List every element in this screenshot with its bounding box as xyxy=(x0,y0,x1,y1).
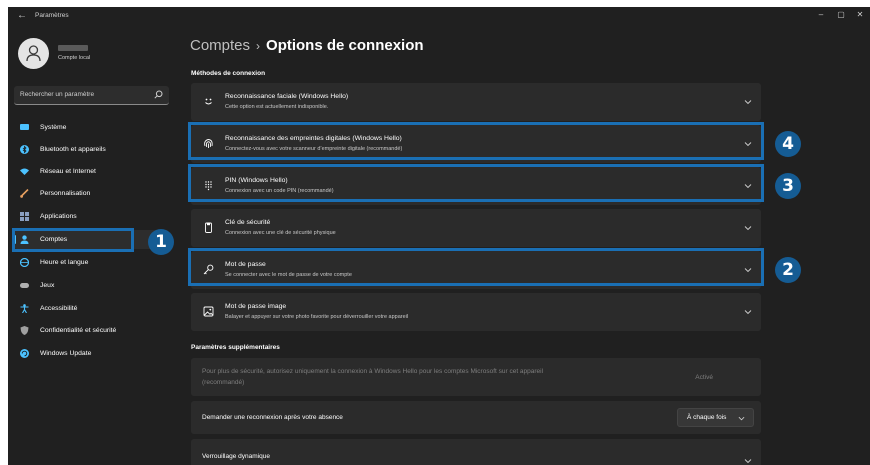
bluetooth-icon xyxy=(20,145,29,154)
close-button[interactable]: ✕ xyxy=(853,9,867,21)
callout-badge-4: 4 xyxy=(775,131,801,157)
sidebar-item-label: Système xyxy=(40,124,67,131)
sidebar-item-systeme[interactable]: Système xyxy=(14,118,169,137)
minimize-button[interactable]: – xyxy=(814,9,828,21)
sidebar-item-label: Réseau et Internet xyxy=(40,168,96,175)
security-key-icon xyxy=(205,222,212,233)
shield-icon xyxy=(20,326,29,335)
profile-name-redacted xyxy=(58,45,88,51)
sidebar-item-windows-update[interactable]: Windows Update xyxy=(14,344,169,363)
card-title: Clé de sécurité xyxy=(225,219,271,226)
person-icon xyxy=(26,45,41,62)
callout-badge-2: 2 xyxy=(775,257,801,283)
card-description: Balayer et appuyer sur votre photo favor… xyxy=(225,314,409,320)
dynamic-lock-label: Verrouillage dynamique xyxy=(202,453,270,460)
sidebar-item-heure-langue[interactable]: Heure et langue xyxy=(14,253,169,272)
settings-window: ← Paramètres – ▢ ✕ Compte local Recherch… xyxy=(8,7,870,465)
reconnect-label: Demander une reconnexion après votre abs… xyxy=(202,414,343,421)
sidebar-item-reseau[interactable]: Réseau et Internet xyxy=(14,162,169,181)
sidebar-item-confidentialite[interactable]: Confidentialité et sécurité xyxy=(14,321,169,340)
dynamic-lock-card[interactable]: Verrouillage dynamique xyxy=(191,439,761,465)
system-icon xyxy=(20,124,29,130)
chevron-down-icon xyxy=(744,100,752,105)
network-icon xyxy=(20,168,29,175)
apps-icon xyxy=(20,212,29,221)
sidebar-item-personnalisation[interactable]: Personnalisation xyxy=(14,184,169,203)
face-recognition-card[interactable]: Reconnaissance faciale (Windows Hello) C… xyxy=(191,83,761,121)
page-title: Options de connexion xyxy=(266,37,424,54)
callout-badge-3: 3 xyxy=(775,173,801,199)
sidebar-item-label: Windows Update xyxy=(40,350,92,357)
card-description: Connexion avec une clé de sécurité physi… xyxy=(225,230,336,236)
breadcrumb: Comptes › Options de connexion xyxy=(190,37,424,54)
sidebar-item-label: Bluetooth et appareils xyxy=(40,146,106,153)
sidebar-item-accessibilite[interactable]: Accessibilité xyxy=(14,299,169,318)
search-icon xyxy=(154,90,163,99)
hello-only-setting: Pour plus de sécurité, autorisez uniquem… xyxy=(191,358,761,396)
hello-only-text-recommended: (recommandé) xyxy=(202,379,245,386)
callout-highlight-fingerprint xyxy=(188,122,764,160)
sidebar-item-jeux[interactable]: Jeux xyxy=(14,276,169,295)
breadcrumb-separator: › xyxy=(256,39,261,53)
callout-highlight-comptes xyxy=(12,228,134,252)
callout-highlight-pin xyxy=(188,164,764,202)
update-icon xyxy=(20,349,29,358)
chevron-down-icon xyxy=(744,459,752,464)
reconnect-dropdown[interactable]: À chaque fois xyxy=(677,408,754,427)
card-title: Reconnaissance faciale (Windows Hello) xyxy=(225,93,349,100)
maximize-button[interactable]: ▢ xyxy=(834,9,848,21)
sidebar-item-label: Personnalisation xyxy=(40,190,91,197)
accessibility-icon xyxy=(20,304,29,313)
app-title: Paramètres xyxy=(35,12,69,19)
sidebar-item-label: Jeux xyxy=(40,282,55,289)
sidebar-item-label: Applications xyxy=(40,213,77,220)
title-bar: ← Paramètres – ▢ ✕ xyxy=(8,7,870,27)
gamepad-icon xyxy=(20,283,29,288)
avatar[interactable] xyxy=(18,38,49,69)
face-icon xyxy=(205,98,212,105)
sidebar-item-label: Confidentialité et sécurité xyxy=(40,327,117,334)
breadcrumb-parent[interactable]: Comptes xyxy=(190,37,250,54)
picture-password-card[interactable]: Mot de passe image Balayer et appuyer su… xyxy=(191,293,761,331)
sidebar-item-applications[interactable]: Applications xyxy=(14,207,169,226)
sidebar-item-label: Heure et langue xyxy=(40,259,89,266)
globe-icon xyxy=(20,258,29,267)
search-input[interactable]: Rechercher un paramètre xyxy=(14,86,169,105)
chevron-down-icon xyxy=(744,310,752,315)
section-heading-additional: Paramètres supplémentaires xyxy=(191,344,280,351)
callout-highlight-password xyxy=(188,248,764,286)
security-key-card[interactable]: Clé de sécurité Connexion avec une clé d… xyxy=(191,209,761,247)
chevron-down-icon xyxy=(738,416,745,421)
search-placeholder: Rechercher un paramètre xyxy=(20,91,95,98)
sidebar-item-label: Accessibilité xyxy=(40,305,78,312)
card-title: Mot de passe image xyxy=(225,303,287,310)
chevron-down-icon xyxy=(744,226,752,231)
account-type-label: Compte local xyxy=(58,55,91,61)
sidebar-item-bluetooth[interactable]: Bluetooth et appareils xyxy=(14,140,169,159)
reconnect-setting: Demander une reconnexion après votre abs… xyxy=(191,401,761,434)
brush-icon xyxy=(20,189,29,198)
hello-only-value: Activé xyxy=(695,374,713,381)
callout-badge-1: 1 xyxy=(148,229,174,255)
hello-only-text: Pour plus de sécurité, autorisez uniquem… xyxy=(202,368,544,375)
card-description: Cette option est actuellement indisponib… xyxy=(225,104,329,110)
picture-icon xyxy=(203,306,214,317)
reconnect-dropdown-value: À chaque fois xyxy=(687,414,727,421)
back-arrow-icon[interactable]: ← xyxy=(17,11,27,21)
section-heading-methods: Méthodes de connexion xyxy=(191,70,266,77)
